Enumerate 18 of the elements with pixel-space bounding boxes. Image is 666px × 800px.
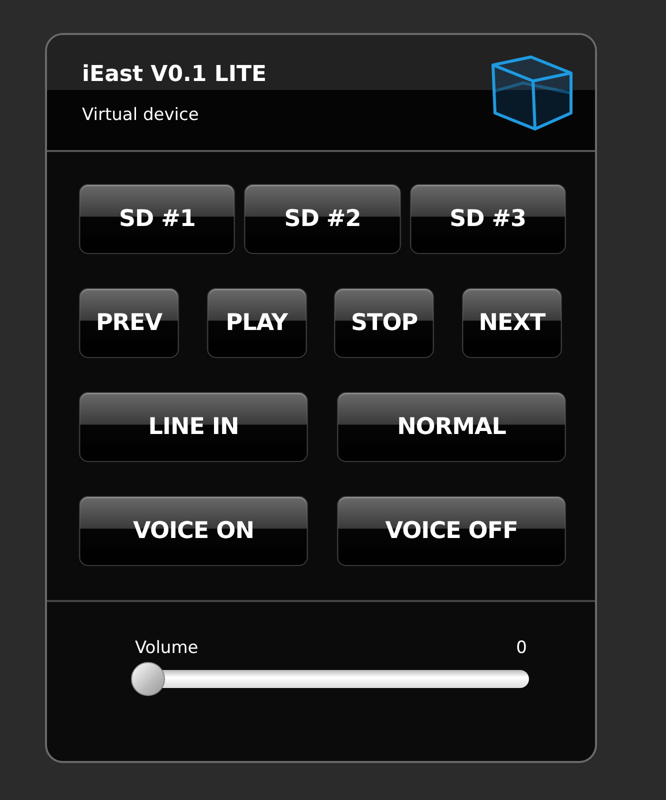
app-subtitle: Virtual device [82,105,200,125]
control-button[interactable]: PREV [79,288,179,358]
slider-thumb[interactable] [131,662,165,696]
control-button[interactable]: SD #3 [410,184,566,254]
control-button[interactable]: VOICE ON [79,496,308,566]
control-button[interactable]: STOP [334,288,434,358]
volume-slider[interactable] [131,662,529,696]
control-button[interactable]: SD #2 [244,184,401,254]
volume-label: Volume [135,638,198,658]
control-button[interactable]: PLAY [206,288,307,358]
control-button[interactable]: LINE IN [79,392,308,462]
app-title: iEast V0.1 LITE [82,62,267,87]
volume-reading: 0 [516,638,527,658]
cube-icon [489,52,573,132]
control-button[interactable]: NEXT [462,288,562,358]
control-button[interactable]: SD #1 [79,184,236,254]
control-button[interactable]: VOICE OFF [337,496,566,566]
control-button[interactable]: NORMAL [337,392,566,462]
